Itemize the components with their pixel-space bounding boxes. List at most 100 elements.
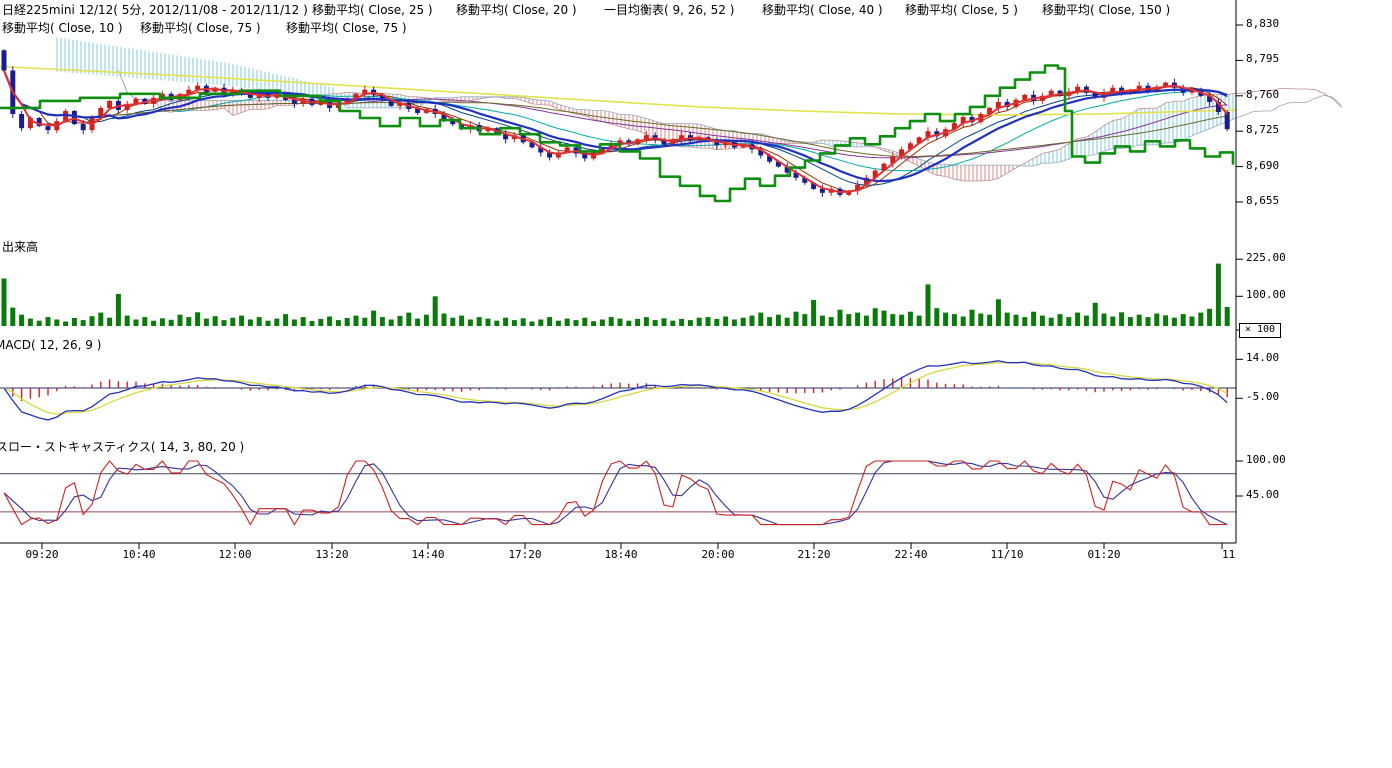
y-axis-label: 14.00 xyxy=(1246,352,1279,364)
volume-bar xyxy=(90,316,95,326)
volume-bar xyxy=(846,314,851,326)
volume-bar xyxy=(714,319,719,326)
volume-bar xyxy=(424,315,429,326)
volume-bar xyxy=(1031,312,1036,326)
volume-bar xyxy=(741,318,746,326)
volume-bar xyxy=(213,316,218,326)
volume-bar xyxy=(459,316,464,326)
candle-body xyxy=(72,111,77,124)
stoch-k-line xyxy=(4,461,1227,525)
candle-body xyxy=(19,114,24,128)
volume-bar xyxy=(415,319,420,326)
indicator-legend-item: 移動平均( Close, 75 ) xyxy=(286,21,407,35)
volume-bar xyxy=(996,299,1001,326)
volume-bar xyxy=(336,320,341,326)
volume-bar xyxy=(54,320,59,327)
volume-bar xyxy=(1119,312,1124,326)
volume-bar xyxy=(354,316,359,326)
volume-bar xyxy=(706,317,711,326)
volume-bar xyxy=(63,322,68,327)
x-axis-label: 10:40 xyxy=(122,549,155,561)
x-axis-label: 12:00 xyxy=(218,549,251,561)
x-axis-label: 18:40 xyxy=(604,549,637,561)
candle-body xyxy=(1225,112,1230,129)
y-axis-label: 45.00 xyxy=(1246,489,1279,501)
volume-bar xyxy=(565,319,570,326)
volume-bar xyxy=(662,318,667,326)
volume-bar xyxy=(151,321,156,326)
x-axis-label: 20:00 xyxy=(701,549,734,561)
volume-bar xyxy=(785,318,790,326)
volume-bar xyxy=(767,317,772,326)
volume-bar xyxy=(521,318,526,326)
volume-bar xyxy=(389,320,394,327)
y-axis-label: 8,655 xyxy=(1246,195,1279,207)
volume-multiplier-badge: × 100 xyxy=(1239,323,1281,338)
volume-bar xyxy=(1172,318,1177,326)
volume-bar xyxy=(292,320,297,327)
volume-bar xyxy=(820,316,825,326)
volume-bar xyxy=(723,317,728,327)
volume-bar xyxy=(274,319,279,326)
volume-bar xyxy=(1005,313,1010,326)
x-axis-label: 11 xyxy=(1222,549,1235,561)
y-axis-label: 100.00 xyxy=(1246,289,1286,301)
volume-bar xyxy=(477,317,482,326)
volume-bar xyxy=(494,321,499,326)
volume-bar xyxy=(776,315,781,326)
volume-bar xyxy=(679,319,684,326)
volume-bar xyxy=(222,320,227,326)
indicator-legend-item: 移動平均( Close, 75 ) xyxy=(140,21,261,35)
indicator-legend-item: 移動平均( Close, 40 ) xyxy=(762,3,883,17)
volume-bar xyxy=(1216,264,1221,326)
volume-bar xyxy=(758,313,763,326)
y-axis-label: 8,690 xyxy=(1246,160,1279,172)
volume-bar xyxy=(970,310,975,326)
volume-bar xyxy=(1225,307,1230,326)
volume-bar xyxy=(10,308,15,326)
volume-bar xyxy=(1093,303,1098,326)
volume-bar xyxy=(943,313,948,326)
volume-bar xyxy=(987,315,992,326)
volume-bar xyxy=(1049,318,1054,326)
macd-panel-title: MACD( 12, 26, 9 ) xyxy=(0,338,101,352)
indicator-legend-item: 移動平均( Close, 25 ) xyxy=(312,3,433,17)
volume-bar xyxy=(626,321,631,326)
volume-bar xyxy=(301,317,306,326)
volume-bar xyxy=(873,308,878,326)
chart-canvas[interactable] xyxy=(0,0,1392,570)
volume-bar xyxy=(28,319,33,326)
volume-bar xyxy=(1014,315,1019,326)
volume-bar xyxy=(512,320,517,326)
x-axis-label: 21:20 xyxy=(797,549,830,561)
volume-bar xyxy=(908,312,913,326)
volume-bar xyxy=(1110,317,1115,327)
volume-bar xyxy=(318,319,323,326)
volume-bar xyxy=(1190,317,1195,327)
volume-bar xyxy=(81,320,86,326)
y-axis-label: 225.00 xyxy=(1246,252,1286,264)
candle-body xyxy=(107,101,112,108)
volume-bar xyxy=(486,319,491,326)
volume-bar xyxy=(125,316,130,326)
volume-bar xyxy=(732,320,737,327)
volume-bar xyxy=(917,316,922,326)
volume-bar xyxy=(230,318,235,326)
volume-bar xyxy=(442,314,447,327)
volume-bar xyxy=(1102,314,1107,327)
y-axis-label: -5.00 xyxy=(1246,391,1279,403)
indicator-legend-item: 移動平均( Close, 150 ) xyxy=(1042,3,1170,17)
volume-bar xyxy=(283,314,288,326)
volume-bar xyxy=(310,321,315,326)
volume-bar xyxy=(1084,316,1089,326)
x-axis-label: 01:20 xyxy=(1087,549,1120,561)
volume-bar xyxy=(134,320,139,327)
x-axis-label: 11/10 xyxy=(990,549,1023,561)
volume-bar xyxy=(37,321,42,326)
volume-bar xyxy=(1040,316,1045,326)
volume-bar xyxy=(503,318,508,326)
volume-bar xyxy=(239,316,244,326)
volume-bar xyxy=(204,319,209,326)
volume-bar xyxy=(1207,309,1212,326)
volume-bar xyxy=(1058,314,1063,326)
